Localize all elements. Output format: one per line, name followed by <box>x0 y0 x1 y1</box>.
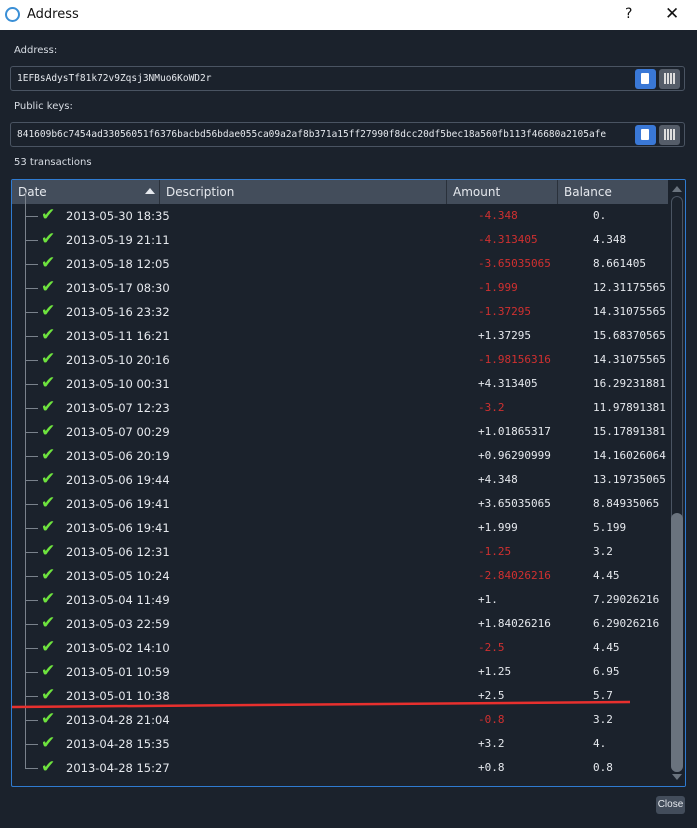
close-button[interactable]: Close <box>656 796 685 814</box>
red-underline-annotation <box>11 700 631 709</box>
annotation-line <box>11 700 631 709</box>
